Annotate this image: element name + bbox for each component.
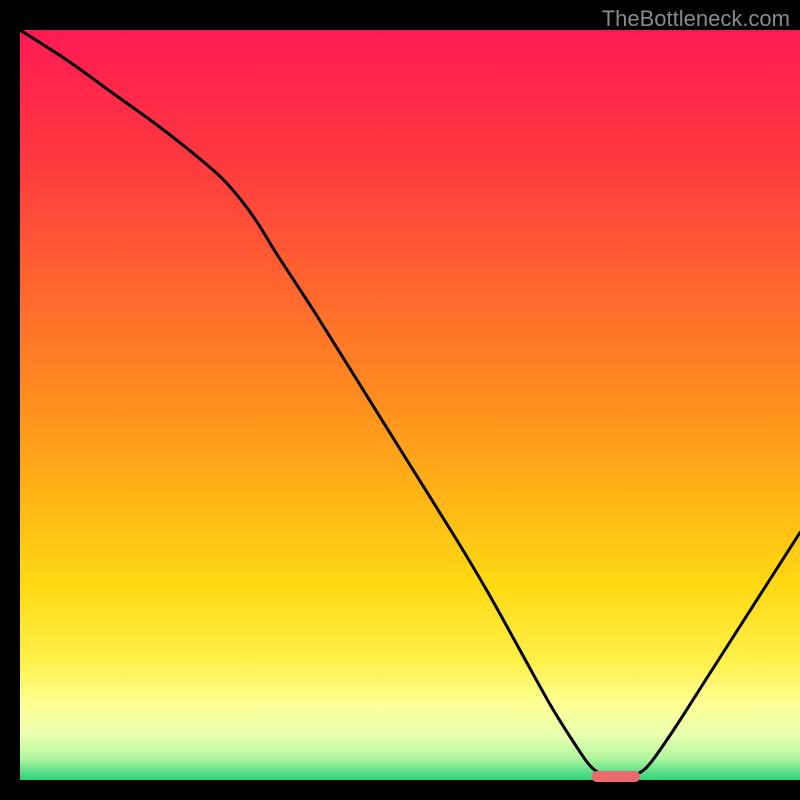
bottleneck-curve-chart xyxy=(0,0,800,800)
chart-container: TheBottleneck.com xyxy=(0,0,800,800)
optimal-marker xyxy=(592,771,640,782)
watermark-label: TheBottleneck.com xyxy=(602,6,790,32)
plot-background xyxy=(20,30,800,780)
